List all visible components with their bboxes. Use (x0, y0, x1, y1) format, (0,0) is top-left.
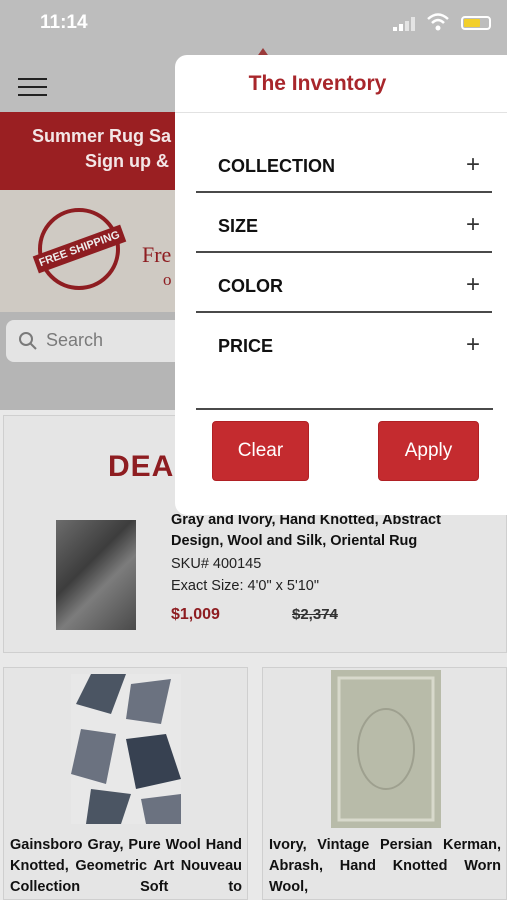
status-bar: 11:14 (0, 0, 507, 48)
shipping-subtext: o (163, 270, 172, 289)
filter-color[interactable]: COLOR + (196, 253, 492, 313)
deal-rug-image[interactable] (56, 520, 136, 630)
deal-size: Exact Size: 4'0" x 5'10" (171, 578, 320, 594)
stamp-text: FREE SHIPPING (32, 224, 126, 274)
clear-button[interactable]: Clear (212, 421, 309, 481)
menu-icon[interactable] (18, 78, 47, 96)
divider (196, 408, 493, 410)
product-image[interactable] (71, 674, 181, 824)
filter-label: COLLECTION (218, 156, 335, 176)
wifi-icon (427, 13, 449, 31)
signal-icon (393, 17, 415, 31)
search-placeholder: Search (46, 330, 104, 350)
panel-title: The Inventory (248, 72, 387, 95)
filter-label: SIZE (218, 216, 259, 236)
apply-button[interactable]: Apply (378, 421, 479, 481)
deal-old-price: $2,374 (292, 606, 338, 623)
banner-line-2: Sign up & (85, 151, 169, 171)
status-time: 11:14 (40, 12, 88, 33)
product-card[interactable]: Ivory, Vintage Persian Kerman, Abrash, H… (262, 667, 507, 900)
plus-icon[interactable]: + (466, 151, 480, 179)
product-description[interactable]: Ivory, Vintage Persian Kerman, Abrash, H… (269, 835, 501, 898)
filter-collection[interactable]: COLLECTION + (196, 133, 492, 193)
free-shipping-stamp: FREE SHIPPING (32, 208, 126, 290)
divider (175, 112, 507, 113)
deal-product-name[interactable]: Gray and Ivory, Hand Knotted, Abstract D… (171, 510, 491, 552)
battery-icon (461, 16, 491, 30)
plus-icon[interactable]: + (466, 331, 480, 359)
shipping-text: Fre (142, 242, 172, 267)
banner-line-1: Summer Rug Sa (32, 126, 172, 146)
deal-sku: SKU# 400145 (171, 556, 262, 572)
filter-panel: The Inventory COLLECTION + SIZE + COLOR … (175, 55, 507, 515)
filter-label: COLOR (218, 276, 283, 296)
filter-price[interactable]: PRICE + (196, 313, 492, 373)
plus-icon[interactable]: + (466, 271, 480, 299)
product-image[interactable] (331, 670, 441, 828)
product-card[interactable]: Gainsboro Gray, Pure Wool Hand Knotted, … (3, 667, 248, 900)
search-icon (19, 332, 37, 350)
filter-size[interactable]: SIZE + (196, 193, 492, 253)
product-description[interactable]: Gainsboro Gray, Pure Wool Hand Knotted, … (10, 835, 242, 898)
deal-title: DEA (108, 450, 175, 483)
filter-label: PRICE (218, 336, 274, 356)
plus-icon[interactable]: + (466, 211, 480, 239)
deal-price: $1,009 (171, 606, 220, 623)
